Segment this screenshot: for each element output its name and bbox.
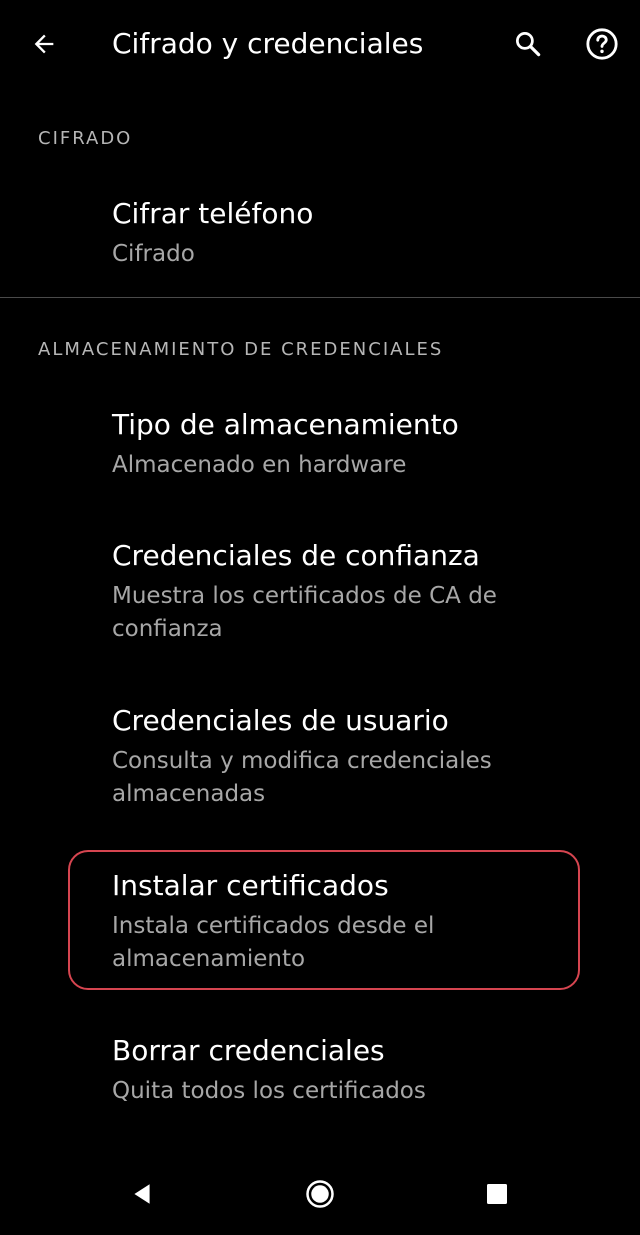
item-summary: Instala certificados desde el almacenami… [112,913,435,972]
page-title: Cifrado y credenciales [112,27,424,60]
navigation-bar [0,1150,640,1235]
item-summary: Cifrado [112,241,195,267]
list-item-install-certificates[interactable]: Instalar certificados Instala certificad… [112,868,572,976]
nav-home-button[interactable] [298,1172,342,1216]
section-divider [0,297,640,298]
list-item-encrypt-phone[interactable]: Cifrar teléfono Cifrado [112,196,572,271]
search-button[interactable] [506,22,550,66]
item-summary: Consulta y modifica credenciales almacen… [112,748,492,807]
help-icon [586,28,618,60]
item-title: Instalar certificados [112,869,389,902]
section-header-credential-storage: ALMACENAMIENTO DE CREDENCIALES [38,339,444,360]
nav-home-icon [306,1180,334,1208]
list-item-user-credentials[interactable]: Credenciales de usuario Consulta y modif… [112,703,572,811]
item-summary: Quita todos los certificados [112,1078,426,1104]
nav-recents-button[interactable] [475,1172,519,1216]
nav-recents-icon [487,1184,507,1204]
item-summary: Almacenado en hardware [112,452,407,478]
item-title: Borrar credenciales [112,1034,385,1067]
section-header-encryption: CIFRADO [38,128,133,149]
item-summary: Muestra los certificados de CA de confia… [112,583,497,642]
item-title: Credenciales de usuario [112,704,449,737]
back-button[interactable] [24,22,64,66]
item-title: Tipo de almacenamiento [112,408,459,441]
nav-back-button[interactable] [120,1172,164,1216]
app-bar: Cifrado y credenciales [0,0,640,88]
item-title: Credenciales de confianza [112,539,480,572]
list-item-trusted-credentials[interactable]: Credenciales de confianza Muestra los ce… [112,538,572,646]
search-icon [516,32,541,57]
list-item-storage-type[interactable]: Tipo de almacenamiento Almacenado en har… [112,407,572,482]
arrow-back-icon [34,34,54,54]
item-title: Cifrar teléfono [112,197,314,230]
list-item-clear-credentials[interactable]: Borrar credenciales Quita todos los cert… [112,1033,572,1108]
nav-back-icon [134,1184,150,1204]
help-button[interactable] [580,22,624,66]
